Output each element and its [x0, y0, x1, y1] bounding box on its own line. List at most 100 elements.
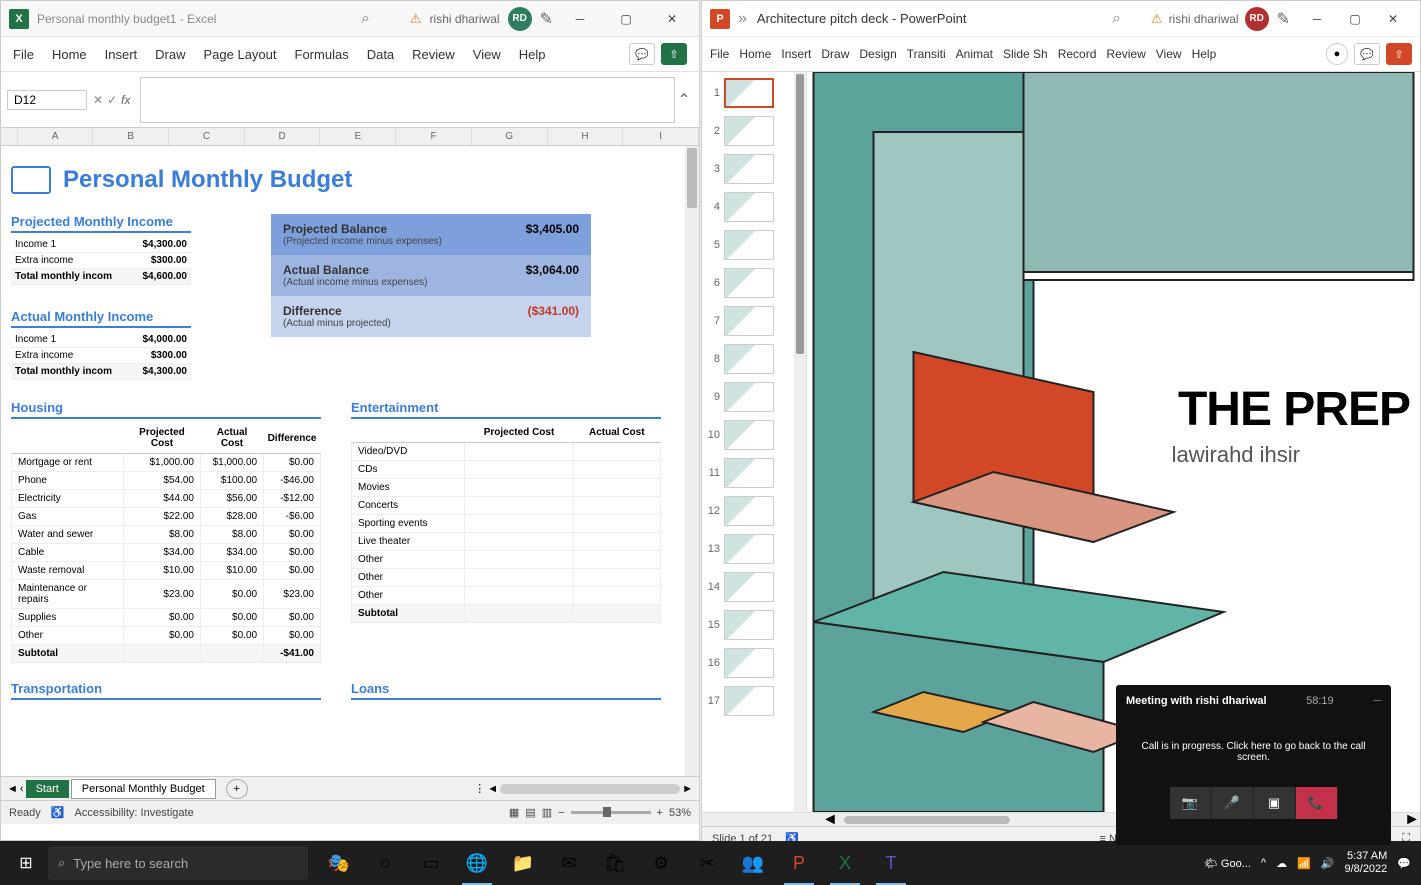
teams-task-icon[interactable]: T: [868, 841, 914, 885]
income-row[interactable]: Extra income$300.00: [11, 348, 191, 364]
ppt-search-icon[interactable]: ⌕: [1112, 10, 1121, 28]
ribbon-transitions[interactable]: Transiti: [907, 47, 946, 61]
balance-row[interactable]: Projected Balance(Projected income minus…: [271, 214, 591, 255]
col-F[interactable]: F: [396, 128, 472, 145]
comments-button[interactable]: 💬: [1354, 43, 1380, 65]
tray-up-icon[interactable]: ^: [1261, 857, 1266, 869]
close-button[interactable]: ✕: [1374, 5, 1412, 33]
call-minimize-icon[interactable]: ─: [1373, 695, 1381, 707]
ribbon-design[interactable]: Design: [859, 47, 896, 61]
name-box[interactable]: [7, 90, 87, 110]
slide-thumb[interactable]: 17: [706, 686, 802, 716]
zoom-in-icon[interactable]: +: [657, 807, 663, 819]
share-screen-button[interactable]: ▣: [1254, 787, 1296, 819]
zoom-level[interactable]: 53%: [669, 807, 691, 819]
slide-thumb[interactable]: 16: [706, 648, 802, 678]
ribbon-help[interactable]: Help: [519, 47, 546, 62]
notification-icon[interactable]: 💬: [1397, 857, 1411, 870]
store-icon[interactable]: 🛍: [592, 841, 638, 885]
income-row[interactable]: Extra income$300.00: [11, 253, 191, 269]
teams-icon[interactable]: 👥: [730, 841, 776, 885]
view-break-icon[interactable]: ▥: [542, 806, 552, 819]
sheet-vscroll[interactable]: [685, 146, 699, 776]
income-row[interactable]: Income 1$4,300.00: [11, 237, 191, 253]
titlebar-search-icon[interactable]: ⌕: [361, 10, 370, 28]
zoom-out-icon[interactable]: −: [558, 807, 564, 819]
taskbar-search[interactable]: ⌕ Type here to search: [48, 846, 308, 880]
ribbon-data[interactable]: Data: [367, 47, 394, 62]
maximize-button[interactable]: ▢: [607, 5, 645, 33]
ribbon-review[interactable]: Review: [1106, 47, 1145, 61]
sheet-tab-start[interactable]: Start: [26, 780, 69, 798]
table-row[interactable]: Other: [352, 551, 661, 569]
tab-nav-prev[interactable]: ‹: [20, 783, 24, 795]
camera-button[interactable]: 📷: [1170, 787, 1212, 819]
share-button[interactable]: ⇧: [1386, 43, 1412, 65]
ribbon-home[interactable]: Home: [52, 47, 87, 62]
excel-avatar[interactable]: RD: [508, 7, 532, 31]
ribbon-pagelayout[interactable]: Page Layout: [204, 47, 277, 62]
table-row[interactable]: Cable$34.00$34.00$0.00: [12, 544, 321, 562]
pen-icon[interactable]: ✎: [1277, 9, 1290, 29]
select-all-corner[interactable]: [1, 128, 18, 145]
table-row[interactable]: Live theater: [352, 533, 661, 551]
qat-chevron-icon[interactable]: »: [738, 10, 747, 28]
end-call-button[interactable]: 📞: [1296, 787, 1338, 819]
slide-thumb[interactable]: 14: [706, 572, 802, 602]
slide-thumb[interactable]: 7: [706, 306, 802, 336]
enter-formula-icon[interactable]: ✓: [107, 93, 117, 107]
ppt-task-icon[interactable]: P: [776, 841, 822, 885]
close-button[interactable]: ✕: [653, 5, 691, 33]
ribbon-home[interactable]: Home: [739, 47, 771, 61]
speaker-icon[interactable]: 🔊: [1321, 857, 1335, 870]
hscroll-left[interactable]: ◄: [487, 783, 498, 795]
ribbon-animations[interactable]: Animat: [956, 47, 993, 61]
slide-thumb[interactable]: 9: [706, 382, 802, 412]
slide-panel[interactable]: 1234567891011121314151617: [702, 72, 807, 812]
maximize-button[interactable]: ▢: [1336, 5, 1374, 33]
accessibility-icon[interactable]: ♿: [51, 806, 65, 819]
table-row[interactable]: Water and sewer$8.00$8.00$0.00: [12, 526, 321, 544]
table-row[interactable]: Sporting events: [352, 515, 661, 533]
record-button[interactable]: ●: [1326, 43, 1348, 65]
slide-thumb[interactable]: 5: [706, 230, 802, 260]
subtotal-row[interactable]: Subtotal: [352, 605, 661, 623]
onedrive-icon[interactable]: ☁: [1276, 857, 1287, 870]
edge-icon[interactable]: 🌐: [454, 841, 500, 885]
slide-thumb[interactable]: 2: [706, 116, 802, 146]
taskview-icon[interactable]: ▭: [408, 841, 454, 885]
income-row[interactable]: Total monthly incom$4,600.00: [11, 269, 191, 285]
weather-widget[interactable]: 🌤 Goo...: [1204, 857, 1251, 870]
cancel-formula-icon[interactable]: ✕: [93, 93, 103, 107]
table-row[interactable]: CDs: [352, 461, 661, 479]
slide-thumb[interactable]: 3: [706, 154, 802, 184]
table-row[interactable]: Gas$22.00$28.00-$6.00: [12, 508, 321, 526]
slide-thumb[interactable]: 11: [706, 458, 802, 488]
formula-expand-icon[interactable]: ⌃: [675, 90, 693, 110]
view-normal-icon[interactable]: ▦: [509, 806, 519, 819]
mic-button[interactable]: 🎤: [1212, 787, 1254, 819]
ribbon-draw[interactable]: Draw: [821, 47, 849, 61]
ppt-avatar[interactable]: RD: [1245, 7, 1269, 31]
slide-thumb[interactable]: 1: [706, 78, 802, 108]
fx-icon[interactable]: fx: [121, 93, 130, 107]
fileexplorer-icon[interactable]: 📁: [500, 841, 546, 885]
snip-icon[interactable]: ✂: [684, 841, 730, 885]
col-C[interactable]: C: [169, 128, 245, 145]
table-row[interactable]: Maintenance or repairs$23.00$0.00$23.00: [12, 580, 321, 609]
balance-row[interactable]: Difference(Actual minus projected)($341.…: [271, 296, 591, 337]
pen-icon[interactable]: ✎: [540, 9, 553, 29]
slide-thumb[interactable]: 10: [706, 420, 802, 450]
ribbon-file[interactable]: File: [710, 47, 729, 61]
balance-row[interactable]: Actual Balance(Actual income minus expen…: [271, 255, 591, 296]
table-row[interactable]: Other: [352, 587, 661, 605]
table-row[interactable]: Movies: [352, 479, 661, 497]
panel-vscroll[interactable]: [794, 72, 806, 812]
ribbon-formulas[interactable]: Formulas: [295, 47, 349, 62]
ribbon-record[interactable]: Record: [1058, 47, 1097, 61]
slide-thumb[interactable]: 12: [706, 496, 802, 526]
slide-thumb[interactable]: 15: [706, 610, 802, 640]
table-row[interactable]: Mortgage or rent$1,000.00$1,000.00$0.00: [12, 454, 321, 472]
formula-input[interactable]: [140, 77, 675, 123]
table-row[interactable]: Concerts: [352, 497, 661, 515]
